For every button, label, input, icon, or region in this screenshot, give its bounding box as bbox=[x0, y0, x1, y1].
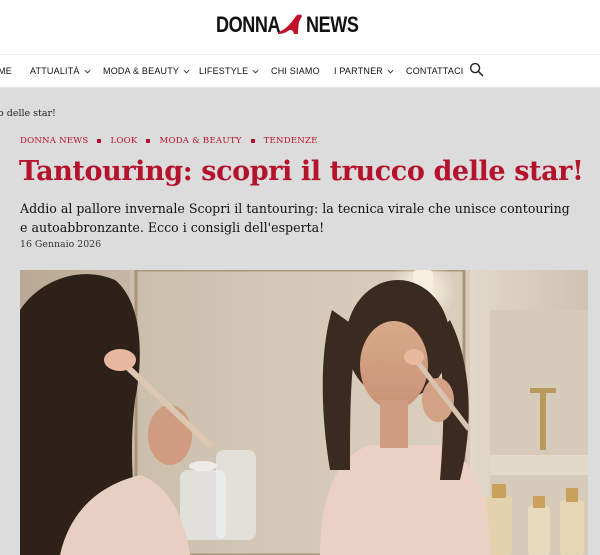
logo-text-donna: DONNA bbox=[216, 12, 281, 37]
nav-item-chi-siamo[interactable]: CHI SIAMO bbox=[271, 66, 320, 76]
article-date: 16 Gennaio 2026 bbox=[20, 239, 102, 250]
category-link[interactable]: LOOK bbox=[110, 136, 137, 146]
category-link[interactable]: DONNA NEWS bbox=[20, 136, 88, 146]
article-hero-image bbox=[20, 270, 588, 555]
chevron-down-icon bbox=[183, 69, 190, 73]
logo-text-news: NEWS bbox=[306, 12, 359, 37]
nav-item-attualita[interactable]: ATTUALITÀ bbox=[30, 66, 91, 76]
nav-item-moda-beauty[interactable]: MODA & BEAUTY bbox=[103, 66, 190, 76]
nav-label: CONTATTACI bbox=[406, 66, 464, 76]
nav-label: ATTUALITÀ bbox=[30, 66, 80, 76]
article-subtitle: Addio al pallore invernale Scopri il tan… bbox=[20, 201, 570, 235]
site-logo[interactable]: DONNA NEWS bbox=[216, 10, 370, 38]
chevron-down-icon bbox=[387, 69, 394, 73]
site-header: DONNA NEWS bbox=[0, 0, 600, 52]
nav-label: MODA & BEAUTY bbox=[103, 66, 180, 76]
nav-item-contattaci[interactable]: CONTATTACI bbox=[406, 66, 464, 76]
chevron-down-icon bbox=[84, 69, 91, 73]
category-link[interactable]: MODA & BEAUTY bbox=[159, 136, 241, 146]
hero-photo bbox=[20, 270, 588, 555]
nav-label: ME bbox=[0, 66, 12, 76]
chevron-down-icon bbox=[252, 69, 259, 73]
category-link[interactable]: TENDENZE bbox=[264, 136, 318, 146]
article-categories: DONNA NEWS LOOK MODA & BEAUTY TENDENZE bbox=[20, 136, 318, 146]
search-icon[interactable] bbox=[469, 62, 484, 77]
nav-item-home[interactable]: ME bbox=[0, 66, 12, 76]
nav-item-partner[interactable]: I PARTNER bbox=[334, 66, 394, 76]
nav-label: I PARTNER bbox=[334, 66, 383, 76]
nav-item-lifestyle[interactable]: LIFESTYLE bbox=[199, 66, 259, 76]
article-title: Tantouring: scopri il trucco delle star! bbox=[19, 156, 584, 187]
nav-label: LIFESTYLE bbox=[199, 66, 249, 76]
breadcrumb[interactable]: o delle star! bbox=[0, 108, 56, 119]
category-separator bbox=[250, 139, 255, 143]
category-separator bbox=[97, 139, 102, 143]
category-separator bbox=[146, 139, 151, 143]
nav-label: CHI SIAMO bbox=[271, 66, 320, 76]
